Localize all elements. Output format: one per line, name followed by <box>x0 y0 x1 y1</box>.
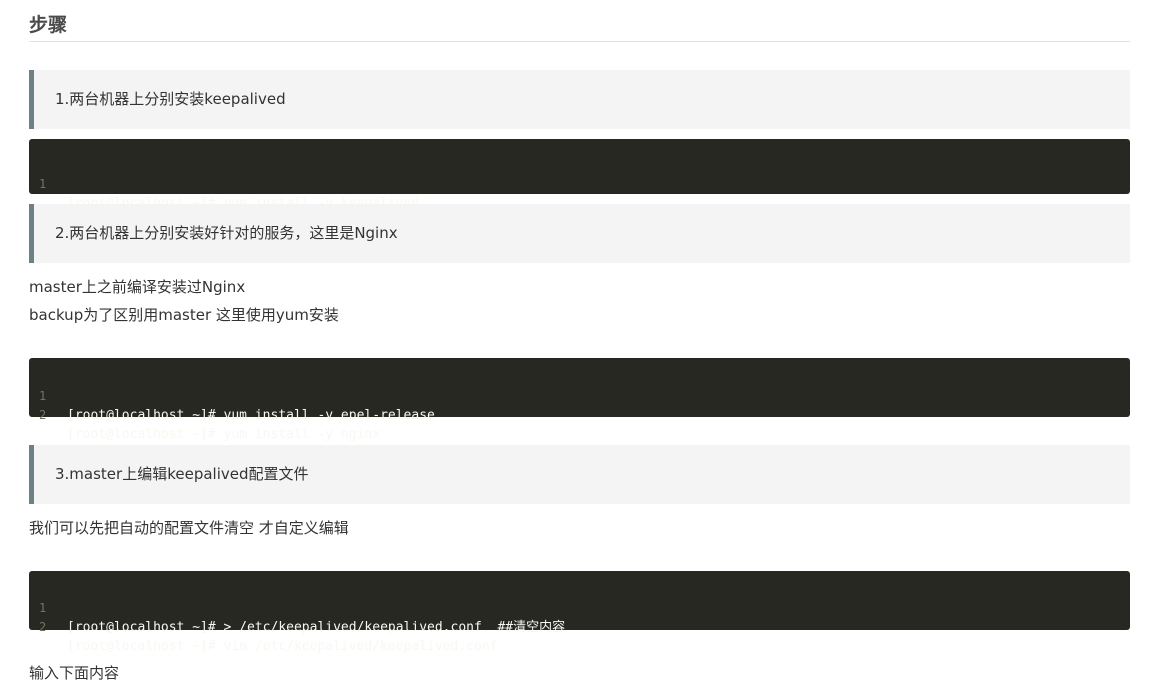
code-text: [root@localhost ~]# yum install -y nginx <box>67 427 381 442</box>
code-line: 2 [root@localhost ~]# vim /etc/keepalive… <box>29 599 1130 654</box>
code-block-2[interactable]: 1 [root@localhost ~]# yum install -y epe… <box>29 358 1130 442</box>
code-block-3[interactable]: 1 [root@localhost ~]# > /etc/keepalived/… <box>29 571 1130 654</box>
paragraph: backup为了区别用master 这里使用yum安装 <box>29 306 339 324</box>
code-text: [root@localhost ~]# vim /etc/keepalived/… <box>67 639 498 654</box>
paragraph: 输入下面内容 <box>29 664 120 682</box>
line-number: 2 <box>39 620 47 634</box>
paragraph: 我们可以先把自动的配置文件清空 才自定义编辑 <box>29 519 349 537</box>
step-1-title: 1.两台机器上分别安装keepalived <box>29 70 1130 129</box>
code-text: [root@localhost ~]# yum install -y epel-… <box>67 408 435 423</box>
code-line: 1 [root@localhost ~]# yum install -y kee… <box>29 156 1130 211</box>
step-3-title: 3.master上编辑keepalived配置文件 <box>29 445 1130 504</box>
section-heading: 步骤 <box>29 12 1130 42</box>
step-2-title: 2.两台机器上分别安装好针对的服务，这里是Nginx <box>29 204 1130 263</box>
code-block-1[interactable]: 1 [root@localhost ~]# yum install -y kee… <box>29 139 1130 211</box>
line-number: 2 <box>39 408 47 422</box>
code-line: 1 [root@localhost ~]# > /etc/keepalived/… <box>29 580 1130 635</box>
paragraph: master上之前编译安装过Nginx <box>29 278 246 296</box>
code-line: 2 [root@localhost ~]# yum install -y ngi… <box>29 387 1130 442</box>
code-text: [root@localhost ~]# > /etc/keepalived/ke… <box>67 620 566 635</box>
line-number: 1 <box>39 177 47 191</box>
code-line: 1 [root@localhost ~]# yum install -y epe… <box>29 368 1130 423</box>
